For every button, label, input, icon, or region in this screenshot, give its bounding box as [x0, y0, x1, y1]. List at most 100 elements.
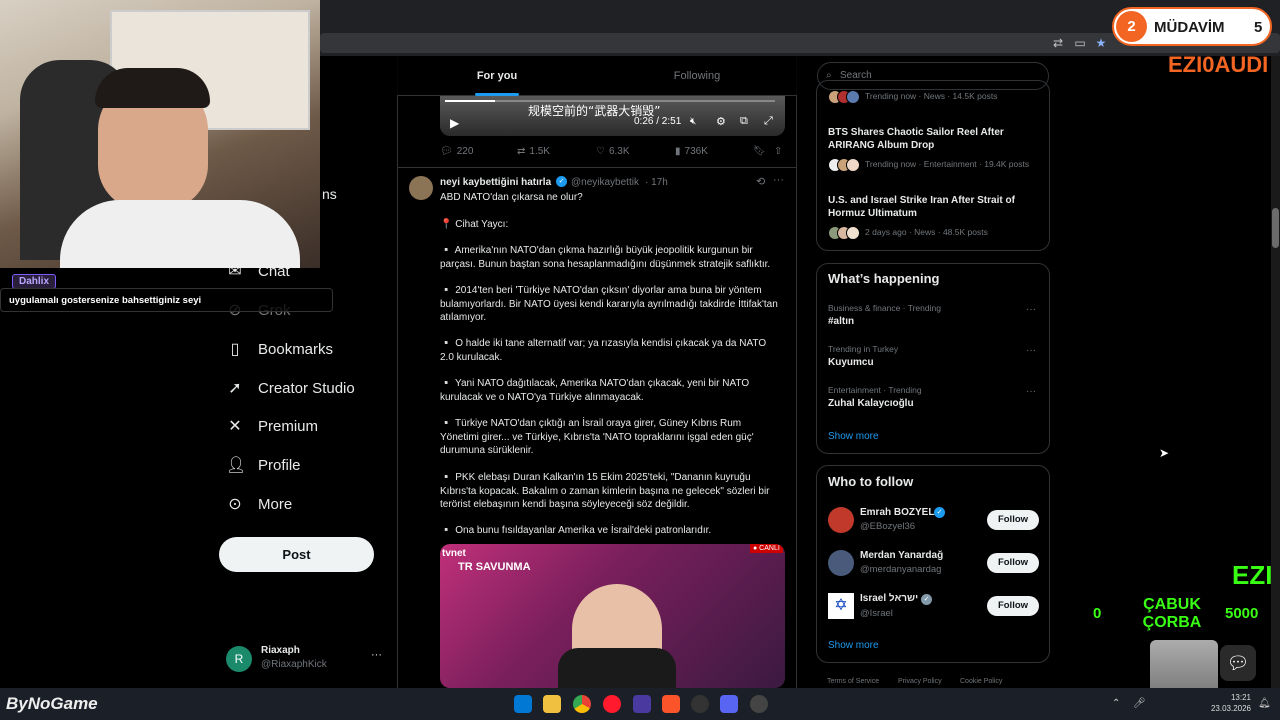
settings-icon[interactable]: ⚙ — [716, 115, 726, 128]
tweet-line: ▫️ Ona bunu fısıldayanlar Amerika ve İsr… — [440, 525, 712, 536]
bookmark-icon[interactable]: 🔖︎ — [753, 146, 766, 157]
tweet-author[interactable]: neyi kaybettiğini hatırla — [440, 177, 551, 188]
repost-button[interactable]: ⇄ 1.5K — [517, 146, 550, 157]
streamer-hair — [95, 68, 210, 108]
screenshot-icon[interactable]: ▭ — [1073, 36, 1087, 50]
tweet-line: 📍 Cihat Yaycı: — [440, 219, 509, 230]
sidebar-item-creator-studio[interactable]: ➚ Creator Studio — [226, 373, 354, 403]
file-explorer-icon[interactable] — [543, 695, 561, 713]
sidebar-item-premium[interactable]: ✕ Premium — [226, 411, 318, 441]
notification-icon[interactable]: 🔔︎ — [1258, 698, 1271, 709]
mute-icon[interactable]: 🔇︎ — [690, 116, 696, 127]
account-menu-icon[interactable]: ··· — [371, 649, 382, 661]
tweet-line: ▫️ Yani NATO dağıtılacak, Amerika NATO'd… — [440, 378, 750, 403]
video-time: 0:26 / 2:51 — [634, 116, 682, 127]
avatar[interactable] — [828, 507, 854, 533]
user-handle: @EBozyel36 — [860, 521, 916, 532]
pip-icon[interactable]: ⧉ — [740, 115, 748, 128]
follow-button[interactable]: Follow — [987, 596, 1039, 616]
discord-icon[interactable] — [720, 695, 738, 713]
tweet-line: ▫️ PKK elebaşı Duran Kalkan'ın 15 Ekim 2… — [440, 472, 770, 510]
trend-name[interactable]: Zuhal Kalaycıoğlu — [828, 398, 914, 409]
trend-meta: 2 days ago · News · 48.5K posts — [865, 227, 988, 237]
opera-icon[interactable] — [603, 695, 621, 713]
user-name[interactable]: Israel ישראל — [860, 593, 918, 604]
user-name[interactable]: Emrah BOZYEL — [860, 507, 934, 518]
soup-label: ÇABUK ÇORBA — [1142, 596, 1202, 631]
account-switcher[interactable]: R Riaxaph @RiaxaphKick ··· — [226, 643, 386, 675]
x-logo-icon: ✕ — [228, 418, 242, 435]
microphone-icon[interactable]: 🎤︎ — [1133, 698, 1146, 709]
verified-icon: ✓ — [921, 594, 932, 605]
like-button[interactable]: ♡ 6.3K — [596, 146, 630, 157]
fullscreen-icon[interactable]: ⤢ — [764, 115, 773, 128]
reply-button[interactable]: 💬︎ 220 — [440, 146, 473, 157]
star-icon[interactable]: ★ — [1094, 36, 1108, 50]
tweet-avatar[interactable] — [409, 176, 433, 200]
translate-icon[interactable]: ⇄ — [1051, 36, 1065, 50]
trend-title[interactable]: BTS Shares Chaotic Sailor Reel After ARI… — [828, 126, 1038, 152]
trend-avatars — [828, 226, 860, 240]
show-more-link[interactable]: Show more — [828, 640, 879, 651]
repost-icon: ⇄ — [517, 146, 526, 157]
post-button[interactable]: Post — [219, 537, 374, 572]
trend-title[interactable]: U.S. and Israel Strike Iran After Strait… — [828, 194, 1038, 220]
trend-more-icon[interactable]: ··· — [1026, 304, 1036, 315]
presenter-suit — [558, 648, 676, 688]
trend-avatars — [828, 90, 860, 104]
avatar[interactable] — [828, 550, 854, 576]
scrollbar[interactable] — [1271, 56, 1280, 688]
sidebar-item-bookmarks[interactable]: ▯ Bookmarks — [226, 334, 333, 364]
verified-icon: ✓ — [934, 507, 945, 518]
user-name[interactable]: Merdan Yanardağ — [860, 550, 943, 561]
chatgpt-icon[interactable] — [691, 695, 709, 713]
tab-for-you[interactable]: For you — [397, 56, 597, 96]
bynogame-logo: ByNoGame — [6, 694, 98, 713]
tab-following[interactable]: Following — [597, 56, 797, 96]
footer-link[interactable]: Terms of Service — [827, 678, 879, 685]
profile-icon: 👤︎ — [226, 457, 247, 474]
views-button[interactable]: ▮ 736K — [675, 146, 708, 157]
tweet-time[interactable]: · 17h — [645, 177, 668, 188]
footer-link[interactable]: Cookie Policy — [960, 678, 1002, 685]
tweet-line: ▫️ O halde iki tane alternatif var; ya r… — [440, 338, 767, 363]
feed-tabs: For you Following — [397, 56, 797, 96]
trend-name[interactable]: Kuyumcu — [828, 357, 874, 368]
rocket-icon: ➚ — [228, 380, 242, 397]
verified-icon: ✓ — [556, 176, 567, 187]
clock-time[interactable]: 13:21 — [1215, 693, 1251, 702]
scrollbar-thumb[interactable] — [1272, 208, 1279, 248]
tweet-more-icon[interactable]: ··· — [773, 174, 784, 186]
trend-meta: Trending now · Entertainment · 19.4K pos… — [865, 159, 1030, 169]
app-icon[interactable] — [633, 695, 651, 713]
account-handle: @RiaxaphKick — [261, 659, 327, 670]
footer-link[interactable]: Privacy Policy — [898, 678, 942, 685]
trend-name[interactable]: #altın — [828, 316, 854, 327]
show-more-link[interactable]: Show more — [828, 431, 879, 442]
video-player[interactable]: 规模空前的“武器大销毁” ▶ 0:26 / 2:51 🔇︎ ⚙ ⧉ ⤢ — [440, 96, 785, 136]
obs-icon[interactable] — [750, 695, 768, 713]
show-title: TR SAVUNMA — [458, 561, 531, 573]
follow-button[interactable]: Follow — [987, 510, 1039, 530]
chrome-icon[interactable] — [573, 695, 591, 713]
brave-icon[interactable] — [662, 695, 680, 713]
israel-flag-icon[interactable]: ✡ — [828, 593, 854, 619]
follow-button[interactable]: Follow — [987, 553, 1039, 573]
clock-date[interactable]: 23.03.2026 — [1205, 704, 1251, 713]
nav-partial-label: ns — [322, 186, 337, 202]
sidebar-item-profile[interactable]: 👤︎ Profile — [226, 450, 301, 480]
heart-icon: ♡ — [596, 146, 605, 157]
webcam-feed — [0, 0, 320, 268]
windows-start-icon[interactable] — [514, 695, 532, 713]
grok-tweet-icon[interactable]: ⟲ — [756, 175, 765, 188]
sidebar-item-more[interactable]: ⊙ More — [226, 489, 292, 519]
video-progress-fill — [445, 100, 495, 102]
share-icon[interactable]: ⇧ — [774, 146, 782, 157]
tray-chevron-icon[interactable]: ⌃ — [1112, 698, 1120, 709]
user-handle: @merdanyanardag — [860, 564, 942, 575]
trend-more-icon[interactable]: ··· — [1026, 386, 1036, 397]
trend-more-icon[interactable]: ··· — [1026, 345, 1036, 356]
play-icon[interactable]: ▶ — [450, 116, 459, 130]
tweet-handle[interactable]: @neyikaybettik — [571, 177, 639, 188]
tweet-image[interactable]: tvnet TR SAVUNMA ● CANLI — [440, 544, 785, 688]
